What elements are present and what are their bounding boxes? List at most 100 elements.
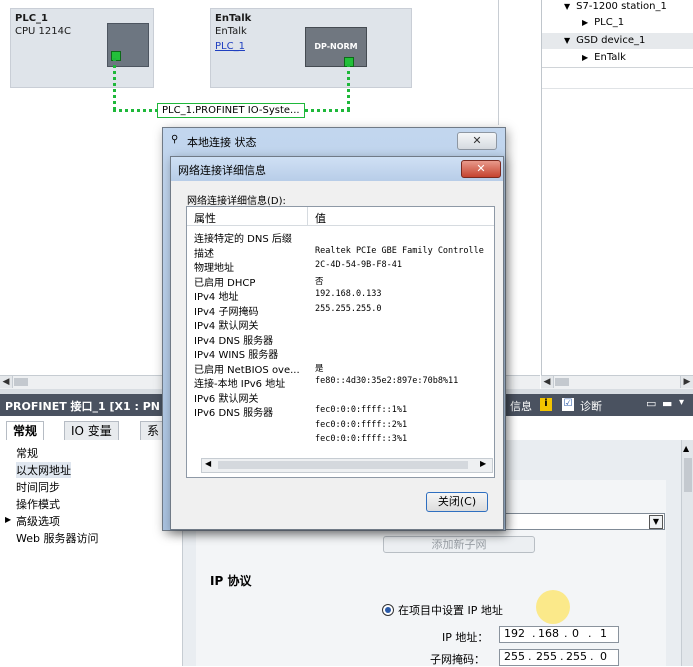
row-value: fec0:0:0:ffff::2%1 — [315, 419, 408, 430]
tree-item-s7-station[interactable]: ▼ S7-1200 station_1 — [564, 1, 667, 12]
table-row[interactable]: IPv4 地址 192.168.0.133 — [187, 288, 487, 303]
scroll-thumb[interactable] — [684, 458, 692, 492]
table-header: 属性 值 — [187, 207, 494, 226]
entalk-device-box[interactable]: EnTalk EnTalk PLC_1 DP-NORM — [210, 8, 412, 88]
nav-item-advanced[interactable]: 高级选项 — [16, 513, 60, 529]
plc-device-box[interactable]: PLC_1 CPU 1214C — [10, 8, 154, 88]
scroll-left-icon[interactable]: ◀ — [205, 459, 211, 468]
table-row[interactable]: 描述 Realtek PCIe GBE Family Controlle — [187, 245, 487, 260]
subnet-dropdown[interactable]: ▼ — [483, 513, 665, 530]
row-property: 连接-本地 IPv6 地址 — [194, 379, 286, 390]
table-row[interactable]: IPv4 默认网关 — [187, 317, 487, 332]
device-tree[interactable]: ▼ S7-1200 station_1 ▶ PLC_1 ▼ GSD device_1 … — [541, 0, 693, 375]
view-divider — [498, 0, 499, 125]
row-value: 否 — [315, 276, 324, 287]
table-row[interactable]: IPv4 DNS 服务器 — [187, 332, 487, 347]
table-row[interactable]: 已启用 DHCP 否 — [187, 274, 487, 289]
nav-item-operating-mode[interactable]: 操作模式 — [16, 496, 60, 512]
row-property: IPv4 WINS 服务器 — [194, 350, 279, 361]
collapse-icon[interactable]: ▼ — [564, 36, 570, 45]
tab-io-tags[interactable]: IO 变量 — [64, 421, 119, 441]
table-row[interactable]: IPv4 WINS 服务器 — [187, 346, 487, 361]
tree-item-plc[interactable]: ▶ PLC_1 — [582, 17, 624, 28]
row-property: IPv4 子网掩码 — [194, 306, 259, 318]
collapse-icon[interactable]: ▼ — [564, 2, 570, 11]
tree-item-entalk[interactable]: ▶ EnTalk — [582, 52, 626, 63]
table-row[interactable]: 连接-本地 IPv6 地址 fe80::4d30:35e2:897e:70b8%1… — [187, 375, 487, 390]
details-caption: 网络连接详细信息(D): — [187, 196, 286, 207]
table-row[interactable]: IPv6 默认网关 — [187, 390, 487, 405]
row-property: IPv6 DNS 服务器 — [194, 408, 274, 419]
table-hscroll[interactable]: ◀ ▶ — [201, 458, 493, 473]
table-row[interactable]: fec0:0:0:ffff::2%1 — [187, 419, 487, 433]
col-value[interactable]: 值 — [315, 210, 326, 226]
row-value: Realtek PCIe GBE Family Controlle — [315, 245, 484, 256]
ip-section: IP 协议 在项目中设置 IP 地址 IP 地址： 192 . 168 . 0 … — [196, 566, 666, 666]
expand-icon[interactable]: ▶ — [582, 18, 588, 27]
nav-item-ethernet-address[interactable]: 以太网地址 — [16, 462, 71, 478]
expand-icon[interactable]: ▶ — [582, 53, 588, 62]
entalk-plc-link[interactable]: PLC_1 — [215, 41, 245, 52]
row-property: 描述 — [194, 248, 214, 260]
table-row[interactable]: IPv4 子网掩码 255.255.255.0 — [187, 303, 487, 318]
properties-nav[interactable]: 常规 以太网地址 时间同步 操作模式 ▶ 高级选项 Web 服务器访问 — [0, 440, 183, 666]
info-tab[interactable]: 信息 — [510, 398, 532, 414]
restore-icon[interactable]: ▭ — [646, 397, 656, 410]
scroll-right-icon[interactable]: ▶ — [680, 376, 693, 388]
tab-general[interactable]: 常规 — [6, 421, 45, 441]
content-vscroll[interactable]: ▲ — [681, 440, 693, 666]
scroll-thumb[interactable] — [555, 378, 569, 386]
tree-hscroll[interactable]: ◀ ▶ — [541, 375, 693, 389]
row-property: IPv4 默认网关 — [194, 321, 259, 332]
info-icon[interactable]: i — [540, 398, 552, 411]
details-table[interactable]: 属性 值 连接特定的 DNS 后缀 描述 Realtek PCIe GBE Fami… — [186, 206, 495, 478]
row-value: 255.255.255.0 — [315, 303, 382, 314]
diagnostics-icon[interactable]: ☑ — [562, 398, 574, 411]
scroll-left-icon[interactable]: ◀ — [541, 376, 554, 388]
row-value: fec0:0:0:ffff::3%1 — [315, 434, 408, 444]
pin-icon[interactable]: ▬ — [662, 397, 672, 410]
ip-section-title: IP 协议 — [210, 574, 252, 588]
table-row[interactable]: fec0:0:0:ffff::3%1 — [187, 433, 487, 447]
table-row[interactable]: 连接特定的 DNS 后缀 — [187, 230, 487, 245]
subnet-mask-label: 子网掩码： — [430, 653, 485, 666]
scroll-right-icon[interactable]: ▶ — [480, 459, 486, 468]
scroll-left-icon[interactable]: ◀ — [0, 376, 13, 388]
details-dialog-title: 网络连接详细信息 — [178, 164, 266, 177]
row-value: fe80::4d30:35e2:897e:70b8%11 — [315, 376, 459, 386]
close-button[interactable]: 关闭(C) — [426, 492, 488, 512]
scroll-thumb[interactable] — [218, 461, 468, 469]
network-icon: ⚲ — [171, 134, 179, 145]
row-property: IPv6 默认网关 — [194, 393, 259, 405]
add-subnet-button[interactable]: 添加新子网 — [383, 536, 535, 553]
col-property[interactable]: 属性 — [194, 210, 216, 226]
plc-name: PLC_1 — [15, 13, 48, 24]
row-property: 连接特定的 DNS 后缀 — [194, 234, 292, 245]
table-row[interactable]: IPv6 DNS 服务器 fec0:0:0:ffff::1%1 — [187, 404, 487, 419]
entalk-type: EnTalk — [215, 26, 247, 37]
tree-item-gsd-device[interactable]: ▼ GSD device_1 — [564, 35, 645, 46]
diagnostics-tab[interactable]: 诊断 — [580, 398, 602, 414]
scroll-up-icon[interactable]: ▲ — [683, 444, 689, 453]
entalk-name: EnTalk — [215, 13, 252, 24]
nav-item-time-sync[interactable]: 时间同步 — [16, 479, 60, 495]
close-icon[interactable]: ✕ — [461, 160, 501, 178]
subnet-mask-input[interactable]: 255 . 255 . 255 . 0 — [499, 649, 619, 666]
table-row[interactable]: 已启用 NetBIOS ove... 是 — [187, 361, 487, 376]
chevron-down-icon[interactable]: ▼ — [649, 515, 663, 529]
nav-item-web-server[interactable]: Web 服务器访问 — [16, 530, 98, 546]
row-property: 已启用 DHCP — [194, 277, 256, 289]
scroll-thumb[interactable] — [14, 378, 28, 386]
ip-radio[interactable] — [382, 604, 394, 616]
table-row[interactable]: 物理地址 2C-4D-54-9B-F8-41 — [187, 259, 487, 274]
ip-address-input[interactable]: 192 . 168 . 0 . 1 — [499, 626, 619, 643]
entalk-wire — [347, 64, 350, 110]
col-divider[interactable] — [307, 207, 308, 225]
plc-wire — [113, 58, 116, 110]
expand-icon[interactable]: ▶ — [5, 515, 11, 524]
subnet-label[interactable]: PLC_1.PROFINET IO-Syste... — [157, 103, 305, 118]
row-value: fec0:0:0:ffff::1%1 — [315, 405, 408, 415]
collapse-panel-icon[interactable]: ▾ — [679, 397, 684, 408]
close-icon[interactable]: ✕ — [457, 132, 497, 150]
nav-item-general[interactable]: 常规 — [16, 445, 38, 461]
